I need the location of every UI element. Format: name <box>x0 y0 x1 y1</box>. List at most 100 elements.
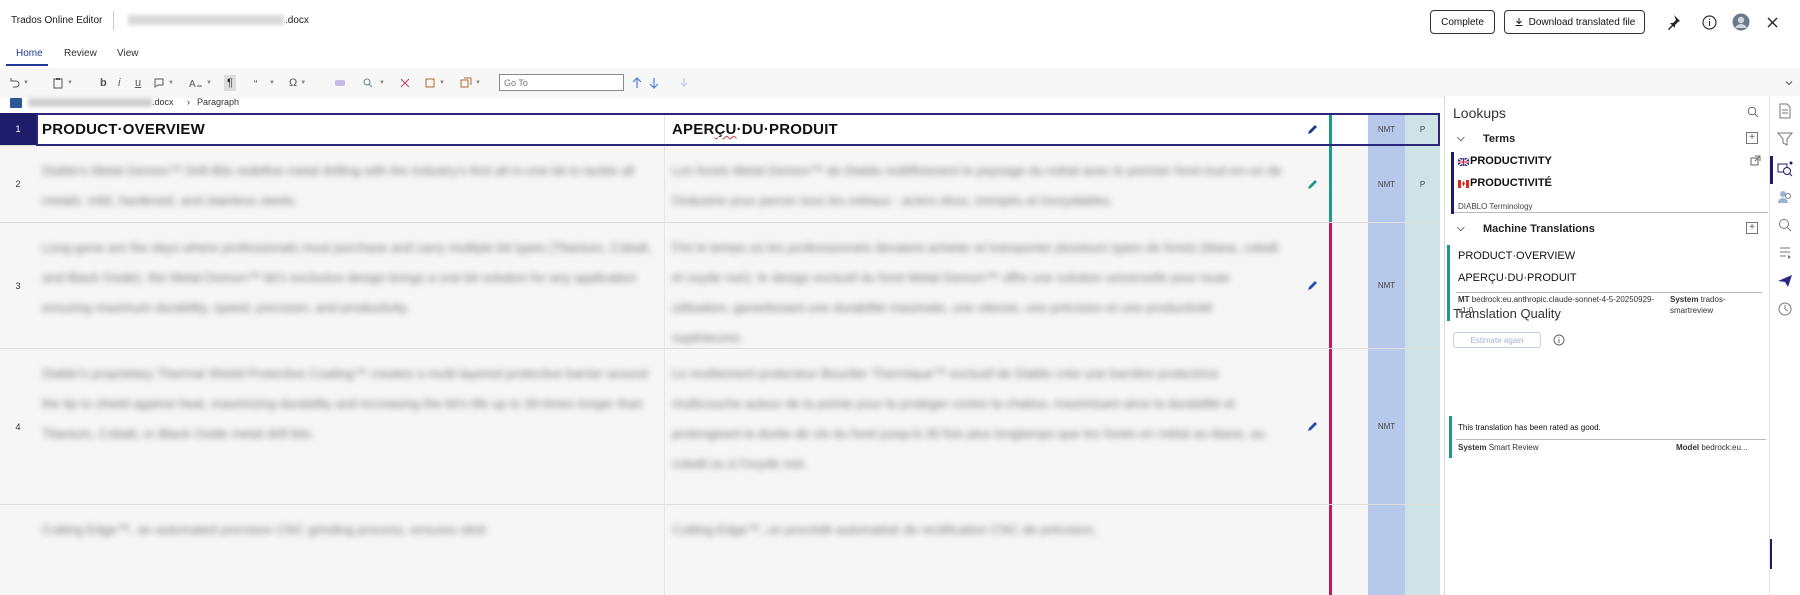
segment-row[interactable]: 4 Diablo's proprietary Thermal Shield Pr… <box>0 349 1440 505</box>
target-text[interactable]: Fini le temps où les professionnels deva… <box>672 233 1286 353</box>
add-mt-button[interactable]: + <box>1746 222 1758 234</box>
mt-section-header[interactable]: ⌵ Machine Translations + <box>1445 217 1770 241</box>
tab-review[interactable]: Review <box>64 46 97 61</box>
term-entry[interactable]: PRODUCTIVITY PRODUCTIVITÉ DIABLO Termino… <box>1451 152 1768 214</box>
segment-number <box>0 505 36 595</box>
target-text-end: ·DU·PRODUIT <box>736 121 838 138</box>
breadcrumb-file[interactable]: .docx <box>28 97 174 108</box>
text-format-icon[interactable]: A ▼ <box>189 75 212 91</box>
blurred-file-name <box>128 15 284 26</box>
divider <box>1456 439 1766 440</box>
target-text[interactable]: Les forets Metal Demon™ de Diablo redéfi… <box>672 156 1286 216</box>
list-icon[interactable] <box>1776 244 1794 262</box>
terms-section-header[interactable]: ⌵ Terms + <box>1445 127 1770 151</box>
segment-row[interactable]: 2 Diablo's Metal Demon™ Drill Bits redef… <box>0 146 1440 223</box>
source-text: Diablo's proprietary Thermal Shield Prot… <box>42 366 648 441</box>
clipboard-icon[interactable]: ▼ <box>52 75 73 91</box>
word-file-icon <box>10 98 22 108</box>
download-icon <box>1515 18 1523 26</box>
edit-icon[interactable] <box>1296 146 1328 222</box>
split-segment-icon[interactable] <box>399 75 411 91</box>
filter-icon[interactable] <box>1776 130 1794 148</box>
target-cell[interactable]: Les forets Metal Demon™ de Diablo redéfi… <box>666 146 1296 222</box>
segment-row[interactable]: 1 PRODUCT·OVERVIEW APERÇU·DU·PRODUIT NMT… <box>0 113 1440 146</box>
termbase-name: DIABLO Terminology <box>1458 202 1533 211</box>
side-rail <box>1769 96 1800 595</box>
goto-input[interactable] <box>499 74 624 91</box>
undo-icon[interactable]: ▼ <box>8 75 29 91</box>
origin-badge: NMT <box>1368 223 1405 348</box>
edit-icon[interactable] <box>1296 223 1328 348</box>
complete-button[interactable]: Complete <box>1430 10 1495 34</box>
divider <box>1454 212 1768 213</box>
chevron-down-icon[interactable]: ⌵ <box>1457 133 1465 144</box>
svg-text:“: “ <box>254 79 257 89</box>
show-formatting-button[interactable]: ¶ <box>224 75 236 91</box>
info-icon[interactable] <box>1699 12 1719 32</box>
panel-title: Lookups <box>1453 105 1506 121</box>
tab-home[interactable]: Home <box>16 46 43 61</box>
target-cell[interactable]: Fini le temps où les professionnels deva… <box>666 223 1296 348</box>
copy-source-icon[interactable]: ▼ <box>460 75 481 91</box>
lookups-icon[interactable] <box>1776 160 1794 178</box>
send-icon[interactable] <box>1776 272 1794 290</box>
term-source: PRODUCTIVITY <box>1470 155 1552 167</box>
download-translated-file-button[interactable]: Download translated file <box>1504 10 1645 34</box>
comment-icon[interactable]: ▼ <box>153 75 174 91</box>
tab-view[interactable]: View <box>117 46 139 61</box>
target-text[interactable]: APERÇU·DU·PRODUIT <box>672 121 838 138</box>
people-icon[interactable] <box>1776 188 1794 206</box>
history-icon[interactable] <box>1776 300 1794 318</box>
avatar[interactable] <box>1731 12 1751 32</box>
quote-icon[interactable]: “▼ <box>254 75 275 91</box>
spelling-flag: ÇU <box>714 121 737 138</box>
file-name: .docx <box>128 15 309 26</box>
target-text[interactable]: Le revêtement protecteur Bouclier Thermi… <box>672 359 1286 479</box>
mt-system: System trados-smartreview <box>1670 294 1766 316</box>
filter-down-icon[interactable] <box>678 75 690 91</box>
target-cell[interactable]: APERÇU·DU·PRODUIT <box>666 113 1296 145</box>
origin-badge <box>1368 505 1405 595</box>
app-header: Trados Online Editor .docx Complete Down… <box>0 0 1800 42</box>
segment-row[interactable]: Cutting Edge™, an automated precision CN… <box>0 505 1440 595</box>
target-text[interactable]: Cutting Edge™, un procédé automatisé de … <box>672 515 1286 545</box>
pin-icon[interactable] <box>1663 12 1683 32</box>
rating-model: Model bedrock:eu... <box>1676 443 1748 452</box>
segment-number: 2 <box>15 179 21 189</box>
mt-label: Machine Translations <box>1483 223 1595 235</box>
italic-button[interactable]: i <box>118 75 120 91</box>
concordance-icon[interactable]: ▼ <box>362 75 385 91</box>
ribbon-collapse-icon[interactable] <box>1784 75 1794 91</box>
rating-message: This translation has been rated as good. <box>1458 423 1601 432</box>
svg-text:A: A <box>189 79 196 89</box>
chevron-down-icon[interactable]: ⌵ <box>1457 223 1465 234</box>
add-term-button[interactable]: + <box>1746 132 1758 144</box>
underline-button[interactable]: u <box>135 75 141 91</box>
insert-icon[interactable]: ▼ <box>424 75 445 91</box>
previous-segment-icon[interactable] <box>631 75 643 91</box>
next-segment-icon[interactable] <box>648 75 660 91</box>
uk-flag-icon <box>1458 158 1469 166</box>
estimate-again-button[interactable]: Estimate again <box>1453 332 1541 348</box>
edit-icon[interactable] <box>1296 113 1328 145</box>
edit-icon[interactable] <box>1296 349 1328 504</box>
tag-icon[interactable] <box>334 75 346 91</box>
close-icon[interactable] <box>1762 12 1782 32</box>
info-icon[interactable] <box>1553 334 1565 349</box>
status-badge: P <box>1405 113 1440 145</box>
search-icon[interactable] <box>1776 216 1794 234</box>
open-term-icon[interactable] <box>1750 155 1761 169</box>
special-characters-button[interactable]: Ω ▼ <box>289 75 306 91</box>
status-bar <box>1329 505 1332 595</box>
source-text: PRODUCT·OVERVIEW <box>42 121 205 138</box>
mt-target: APERÇU·DU·PRODUIT <box>1458 272 1577 284</box>
bold-button[interactable]: b <box>100 75 107 91</box>
breadcrumb-current: Paragraph <box>197 97 240 107</box>
mt-system-label: System <box>1670 295 1699 304</box>
target-cell[interactable]: Le revêtement protecteur Bouclier Thermi… <box>666 349 1296 504</box>
search-icon[interactable] <box>1747 106 1759 121</box>
target-cell[interactable]: Cutting Edge™, un procédé automatisé de … <box>666 505 1296 595</box>
mt-source: PRODUCT·OVERVIEW <box>1458 250 1576 262</box>
document-icon[interactable] <box>1776 102 1794 120</box>
segment-row[interactable]: 3 Long-gone are the days where professio… <box>0 223 1440 349</box>
